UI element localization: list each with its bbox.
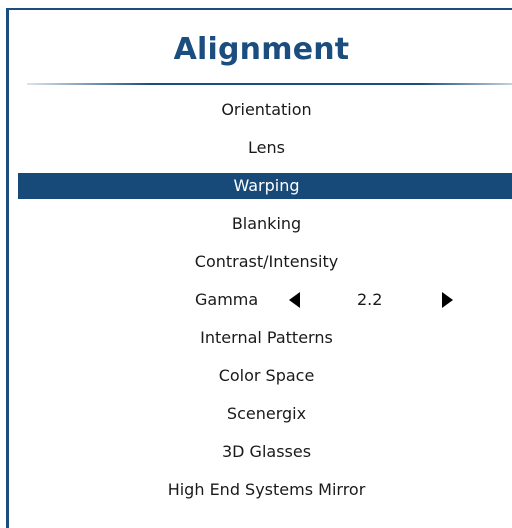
- triangle-left-icon[interactable]: [289, 292, 300, 308]
- menu-item-contrast-intensity[interactable]: Contrast/Intensity: [18, 249, 512, 275]
- menu-item-color-space[interactable]: Color Space: [18, 363, 512, 389]
- gamma-value: 2.2: [357, 290, 383, 309]
- menu-item-high-end-systems-mirror[interactable]: High End Systems Mirror: [18, 477, 512, 503]
- gamma-label: Gamma: [195, 290, 259, 309]
- menu-item-orientation[interactable]: Orientation: [18, 97, 512, 123]
- menu-title: Alignment: [173, 32, 350, 67]
- alignment-menu-panel: Alignment Orientation Lens Warping Blank…: [6, 8, 512, 528]
- menu-item-3d-glasses[interactable]: 3D Glasses: [18, 439, 512, 465]
- menu-item-lens[interactable]: Lens: [18, 135, 512, 161]
- menu-item-scenergix[interactable]: Scenergix: [18, 401, 512, 427]
- menu-item-blanking[interactable]: Blanking: [18, 211, 512, 237]
- menu-item-gamma[interactable]: Gamma 2.2: [18, 287, 512, 313]
- triangle-right-icon[interactable]: [442, 292, 453, 308]
- menu-item-warping[interactable]: Warping: [18, 173, 512, 199]
- title-divider: [27, 83, 512, 85]
- menu-item-internal-patterns[interactable]: Internal Patterns: [18, 325, 512, 351]
